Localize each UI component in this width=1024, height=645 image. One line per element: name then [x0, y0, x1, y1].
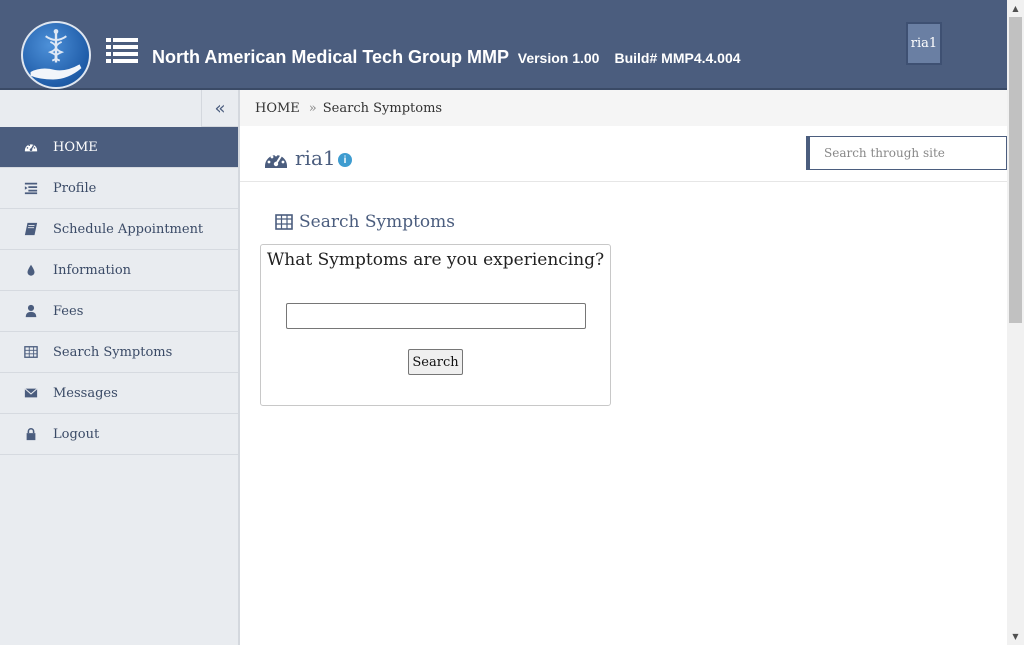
sidebar-item-messages[interactable]: Messages	[0, 373, 238, 414]
list-indent-icon	[0, 181, 53, 195]
list-menu-icon[interactable]	[106, 38, 138, 64]
sidebar-nav: HOME Profile Schedule Appointment Inform…	[0, 127, 238, 455]
sidebar: « HOME Profile Schedule Appointment Info…	[0, 90, 240, 645]
logo[interactable]	[21, 21, 91, 89]
sidebar-item-logout[interactable]: Logout	[0, 414, 238, 455]
scrollbar[interactable]: ▲ ▼	[1007, 0, 1024, 645]
sidebar-item-profile[interactable]: Profile	[0, 168, 238, 209]
scroll-down-arrow-icon[interactable]: ▼	[1007, 628, 1024, 645]
user-menu-button[interactable]: ria1	[906, 22, 942, 65]
envelope-icon	[0, 386, 53, 400]
book-icon	[0, 222, 53, 236]
double-chevron-left-icon: «	[214, 97, 226, 119]
sidebar-item-label: Information	[53, 262, 132, 278]
sidebar-item-label: Schedule Appointment	[53, 221, 204, 237]
breadcrumb-home-link[interactable]: HOME	[255, 101, 300, 116]
page-title-bar: ria1 i	[240, 126, 1007, 182]
sidebar-item-home[interactable]: HOME	[0, 127, 238, 168]
caduceus-hand-icon	[30, 29, 82, 80]
site-search-input[interactable]	[806, 136, 1007, 170]
dashboard-icon	[265, 153, 287, 168]
symptom-question: What Symptoms are you experiencing?	[266, 250, 605, 270]
app-name: North American Medical Tech Group MMP	[152, 47, 509, 67]
droplet-icon	[0, 263, 53, 277]
sidebar-item-schedule-appointment[interactable]: Schedule Appointment	[0, 209, 238, 250]
sidebar-item-label: Messages	[53, 385, 118, 401]
symptom-search-panel: What Symptoms are you experiencing? Sear…	[260, 244, 611, 406]
version-label: Version 1.00	[517, 50, 600, 66]
scroll-thumb[interactable]	[1009, 17, 1022, 323]
section-title: Search Symptoms	[299, 212, 456, 232]
sidebar-item-fees[interactable]: Fees	[0, 291, 238, 332]
sidebar-item-label: HOME	[53, 139, 98, 155]
table-icon	[275, 214, 293, 230]
page-title: ria1	[295, 146, 336, 170]
app-title: North American Medical Tech Group MMP Ve…	[152, 47, 741, 68]
scroll-up-arrow-icon[interactable]: ▲	[1007, 0, 1024, 17]
build-label: Build# MMP4.4.004	[614, 50, 741, 66]
info-icon[interactable]: i	[338, 153, 352, 167]
lock-icon	[0, 427, 53, 441]
breadcrumb-current: Search Symptoms	[322, 100, 443, 116]
breadcrumb-separator: »	[308, 100, 317, 116]
sidebar-item-label: Logout	[53, 426, 100, 442]
sidebar-item-information[interactable]: Information	[0, 250, 238, 291]
user-icon	[0, 304, 53, 318]
dashboard-icon	[0, 140, 53, 154]
app-header: North American Medical Tech Group MMP Ve…	[0, 0, 1007, 90]
breadcrumb: HOME » Search Symptoms	[240, 90, 1007, 126]
section-header: Search Symptoms	[275, 212, 455, 232]
symptom-input[interactable]	[286, 303, 586, 329]
table-icon	[0, 345, 53, 359]
sidebar-item-label: Fees	[53, 303, 84, 319]
sidebar-item-label: Search Symptoms	[53, 344, 173, 360]
sidebar-item-search-symptoms[interactable]: Search Symptoms	[0, 332, 238, 373]
sidebar-item-label: Profile	[53, 180, 97, 196]
search-button[interactable]: Search	[408, 349, 463, 375]
collapse-sidebar-button[interactable]: «	[201, 90, 238, 127]
